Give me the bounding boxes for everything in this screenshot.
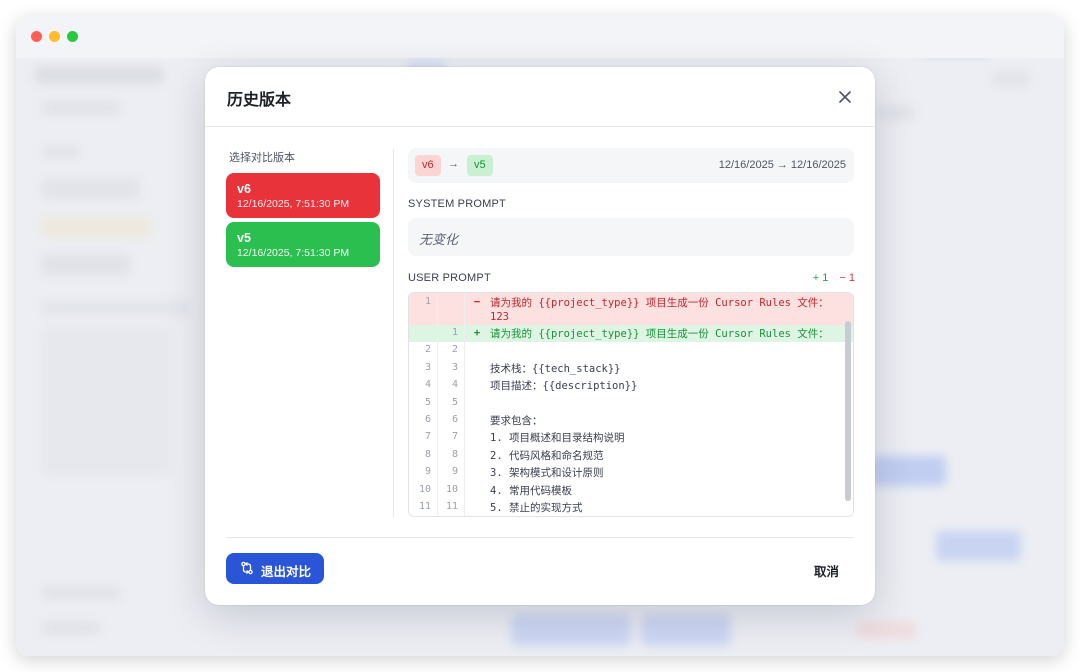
diff-line-context: 10 10 4. 常用代码模板 [409, 481, 853, 499]
diff-line-context: 22 [409, 342, 853, 360]
new-line-number: 5 [437, 394, 465, 412]
diff-line-added: 1 + 请为我的 {{project_type}} 项目生成一份 Cursor Ru… [409, 325, 853, 343]
old-line-number: 11 [418, 501, 431, 512]
git-compare-icon [240, 561, 254, 575]
version-item-v6[interactable]: v6 12/16/2025, 7:51:30 PM [226, 173, 380, 218]
new-line-number: 2 [437, 342, 465, 360]
diff-line-context: 6 6 要求包含： [409, 412, 853, 430]
old-line-number: 9 [424, 466, 431, 478]
new-line-number: 9 [437, 464, 465, 482]
dialog-header: 历史版本 [205, 67, 875, 127]
new-line-number: 11 [437, 499, 465, 516]
old-line-number: 5 [424, 396, 431, 408]
diff-line-text: 1. 项目概述和目录结构说明 [490, 432, 625, 445]
new-line-number: 8 [437, 446, 465, 465]
system-prompt-diff: 无变化 [408, 218, 854, 256]
window-minimize-button[interactable] [49, 31, 60, 42]
diff-line-text: 4. 常用代码模板 [490, 484, 572, 497]
diff-line-text: 3. 架构模式和设计原则 [490, 467, 604, 480]
footer-divider [226, 537, 854, 538]
new-line-number: 3 [437, 359, 465, 378]
new-line-number [437, 293, 465, 325]
diff-marker: + [473, 327, 481, 339]
window-maximize-button[interactable] [67, 31, 78, 42]
diff-line-text: 技术栈：{{tech_stack}} [490, 362, 621, 375]
old-line-number: 7 [424, 431, 431, 443]
diff-line-removed: 1 − 请为我的 {{project_type}} 项目生成一份 Cursor Ru… [409, 293, 853, 325]
new-line-number: 10 [437, 481, 465, 499]
to-version-tag: v5 [467, 155, 493, 176]
version-item-v5[interactable]: v5 12/16/2025, 7:51:30 PM [226, 222, 380, 267]
diff-line-context: 3 3 技术栈：{{tech_stack}} [409, 359, 853, 378]
diff-line-text: 项目描述：{{description}} [490, 380, 638, 393]
old-line-number: 3 [424, 361, 431, 373]
diff-line-context: 7 7 1. 项目概述和目录结构说明 [409, 429, 853, 447]
version-name: v5 [237, 231, 251, 245]
exit-compare-label: 退出对比 [261, 565, 312, 579]
diff-line-text: 要求包含： [490, 415, 543, 427]
old-line-number [409, 325, 437, 342]
diff-line-context: 11 11 5. 禁止的实现方式 [409, 499, 853, 516]
version-timestamp: 12/16/2025, 7:51:30 PM [237, 247, 350, 259]
cancel-button[interactable]: 取消 [814, 561, 839, 580]
compare-dates: 12/16/2025 → 12/16/2025 [718, 159, 846, 171]
arrow-right-icon: → [448, 158, 459, 170]
system-prompt-label: SYSTEM PROMPT [408, 198, 506, 210]
diff-line-text: 请为我的 {{project_type}} 项目生成一份 Cursor Rule… [490, 297, 829, 323]
vertical-divider [393, 149, 394, 517]
old-line-number: 1 [424, 296, 431, 307]
diff-line-text: 5. 禁止的实现方式 [490, 502, 583, 514]
from-version-tag: v6 [415, 155, 441, 176]
close-icon[interactable] [835, 87, 855, 107]
new-line-number: 1 [437, 325, 465, 343]
compare-summary-bar: v6 → v5 12/16/2025 → 12/16/2025 [408, 148, 854, 183]
old-line-number: 8 [424, 448, 431, 460]
diff-marker: − [473, 296, 481, 308]
user-prompt-diff-view[interactable]: 1− 请为我的 {{project_type}} 项目生成一份 Cursor Ru… [408, 292, 854, 517]
diff-line-context: 9 9 3. 架构模式和设计原则 [409, 464, 853, 482]
new-line-number: 4 [437, 377, 465, 395]
user-prompt-label: USER PROMPT [408, 272, 491, 284]
title-bar [16, 16, 1064, 58]
version-timestamp: 12/16/2025, 7:51:30 PM [237, 198, 350, 210]
diff-stats: + 1 − 1 [813, 272, 855, 284]
exit-compare-button[interactable]: 退出对比 [226, 553, 324, 584]
diff-line-context: 4 4 项目描述：{{description}} [409, 377, 853, 395]
dialog-title: 历史版本 [227, 92, 292, 109]
diff-line-context: 8 8 2. 代码风格和命名规范 [409, 446, 853, 465]
diff-line-text: 2. 代码风格和命名规范 [490, 449, 604, 462]
diff-scrollbar[interactable] [845, 321, 851, 501]
added-count: + 1 [812, 272, 829, 284]
old-line-number: 2 [424, 344, 431, 356]
new-line-number: 7 [437, 429, 465, 447]
history-versions-dialog: 历史版本 选择对比版本 v6 12/16/2025, 7:51:30 PM v5… [205, 67, 875, 605]
old-line-number: 4 [424, 379, 431, 391]
removed-count: − 1 [839, 272, 855, 284]
diff-line-context: 55 [409, 394, 853, 412]
old-line-number: 10 [418, 483, 431, 495]
window-close-button[interactable] [31, 31, 42, 42]
version-name: v6 [237, 182, 251, 196]
old-line-number: 6 [424, 414, 431, 425]
version-selector-label: 选择对比版本 [229, 152, 295, 164]
diff-line-text: 请为我的 {{project_type}} 项目生成一份 Cursor Rule… [490, 328, 829, 340]
new-line-number: 6 [437, 412, 465, 430]
